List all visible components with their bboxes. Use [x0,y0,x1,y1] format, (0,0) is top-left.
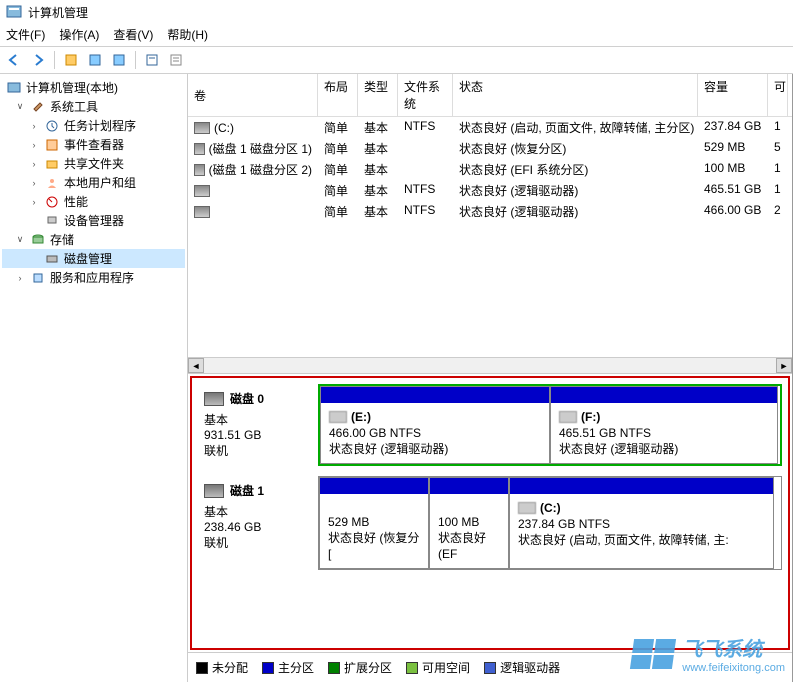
col-capacity[interactable]: 容量 [698,74,768,116]
tree-users[interactable]: › 本地用户和组 [2,173,185,192]
volume-row[interactable]: (磁盘 1 磁盘分区 2)简单基本状态良好 (EFI 系统分区)100 MB1 [188,159,792,180]
tree-devmgr[interactable]: 设备管理器 [2,211,185,230]
partition[interactable]: (C:)237.84 GB NTFS状态良好 (启动, 页面文件, 故障转储, … [509,477,774,569]
disk-row[interactable]: 磁盘 1基本238.46 GB联机529 MB状态良好 (恢复分[100 MB状… [198,476,782,570]
view-button-1[interactable] [85,50,105,70]
toolbar [0,46,793,74]
users-icon [44,175,60,191]
tree-perf[interactable]: › 性能 [2,192,185,211]
h-scrollbar[interactable]: ◄ ► [188,357,792,373]
scroll-right[interactable]: ► [776,358,792,373]
watermark: 飞飞系统 www.feifeixitong.com [632,633,785,674]
clock-icon [44,118,60,134]
back-button[interactable] [4,50,24,70]
folder-icon [44,156,60,172]
disk-icon [44,251,60,267]
tree-root[interactable]: 计算机管理(本地) [2,78,185,97]
properties-button[interactable] [142,50,162,70]
tree-systools[interactable]: ∨ 系统工具 [2,97,185,116]
disk-graphical-view[interactable]: 磁盘 0基本931.51 GB联机(E:)466.00 GB NTFS状态良好 … [190,376,790,650]
title-bar: 计算机管理 [0,0,793,24]
app-icon [6,4,22,20]
volume-header[interactable]: 卷 布局 类型 文件系统 状态 容量 可 [188,74,792,117]
volume-icon [194,164,205,176]
volume-row[interactable]: 简单基本NTFS状态良好 (逻辑驱动器)465.51 GB1 [188,180,792,201]
col-free[interactable]: 可 [768,74,788,116]
volume-icon [194,122,210,134]
tree-diskmgmt[interactable]: 磁盘管理 [2,249,185,268]
refresh-button[interactable] [61,50,81,70]
storage-icon [30,232,46,248]
tree-eventviewer[interactable]: › 事件查看器 [2,135,185,154]
volume-row[interactable]: (C:)简单基本NTFS状态良好 (启动, 页面文件, 故障转储, 主分区)23… [188,117,792,138]
disk-icon [204,392,224,406]
col-layout[interactable]: 布局 [318,74,358,116]
col-type[interactable]: 类型 [358,74,398,116]
list-button[interactable] [166,50,186,70]
event-icon [44,137,60,153]
menu-view[interactable]: 查看(V) [113,26,153,44]
partition[interactable]: 100 MB状态良好 (EF [429,477,509,569]
view-button-2[interactable] [109,50,129,70]
forward-button[interactable] [28,50,48,70]
services-icon [30,270,46,286]
tree-shared[interactable]: › 共享文件夹 [2,154,185,173]
scroll-left[interactable]: ◄ [188,358,204,373]
partition[interactable]: (F:)465.51 GB NTFS状态良好 (逻辑驱动器) [550,386,778,464]
menu-action[interactable]: 操作(A) [59,26,99,44]
volume-list[interactable]: 卷 布局 类型 文件系统 状态 容量 可 (C:)简单基本NTFS状态良好 (启… [188,74,792,374]
volume-row[interactable]: 简单基本NTFS状态良好 (逻辑驱动器)466.00 GB2 [188,201,792,222]
computer-icon [6,80,22,96]
device-icon [44,213,60,229]
col-status[interactable]: 状态 [453,74,698,116]
tree-scheduler[interactable]: › 任务计划程序 [2,116,185,135]
perf-icon [44,194,60,210]
partition[interactable]: 529 MB状态良好 (恢复分[ [319,477,429,569]
menu-file[interactable]: 文件(F) [6,26,45,44]
col-fs[interactable]: 文件系统 [398,74,453,116]
tools-icon [30,99,46,115]
volume-icon [194,185,210,197]
volume-icon [194,143,205,155]
col-volume[interactable]: 卷 [188,74,318,116]
disk-icon [204,484,224,498]
disk-row[interactable]: 磁盘 0基本931.51 GB联机(E:)466.00 GB NTFS状态良好 … [198,384,782,466]
partition[interactable]: (E:)466.00 GB NTFS状态良好 (逻辑驱动器) [320,386,550,464]
window-title: 计算机管理 [28,4,88,21]
menu-help[interactable]: 帮助(H) [167,26,208,44]
volume-icon [194,206,210,218]
menu-bar: 文件(F) 操作(A) 查看(V) 帮助(H) [0,24,793,46]
nav-tree[interactable]: 计算机管理(本地) ∨ 系统工具 › 任务计划程序 › 事件查看器 › 共享文件… [0,74,188,682]
volume-row[interactable]: (磁盘 1 磁盘分区 1)简单基本状态良好 (恢复分区)529 MB5 [188,138,792,159]
tree-services[interactable]: › 服务和应用程序 [2,268,185,287]
tree-storage[interactable]: ∨ 存储 [2,230,185,249]
